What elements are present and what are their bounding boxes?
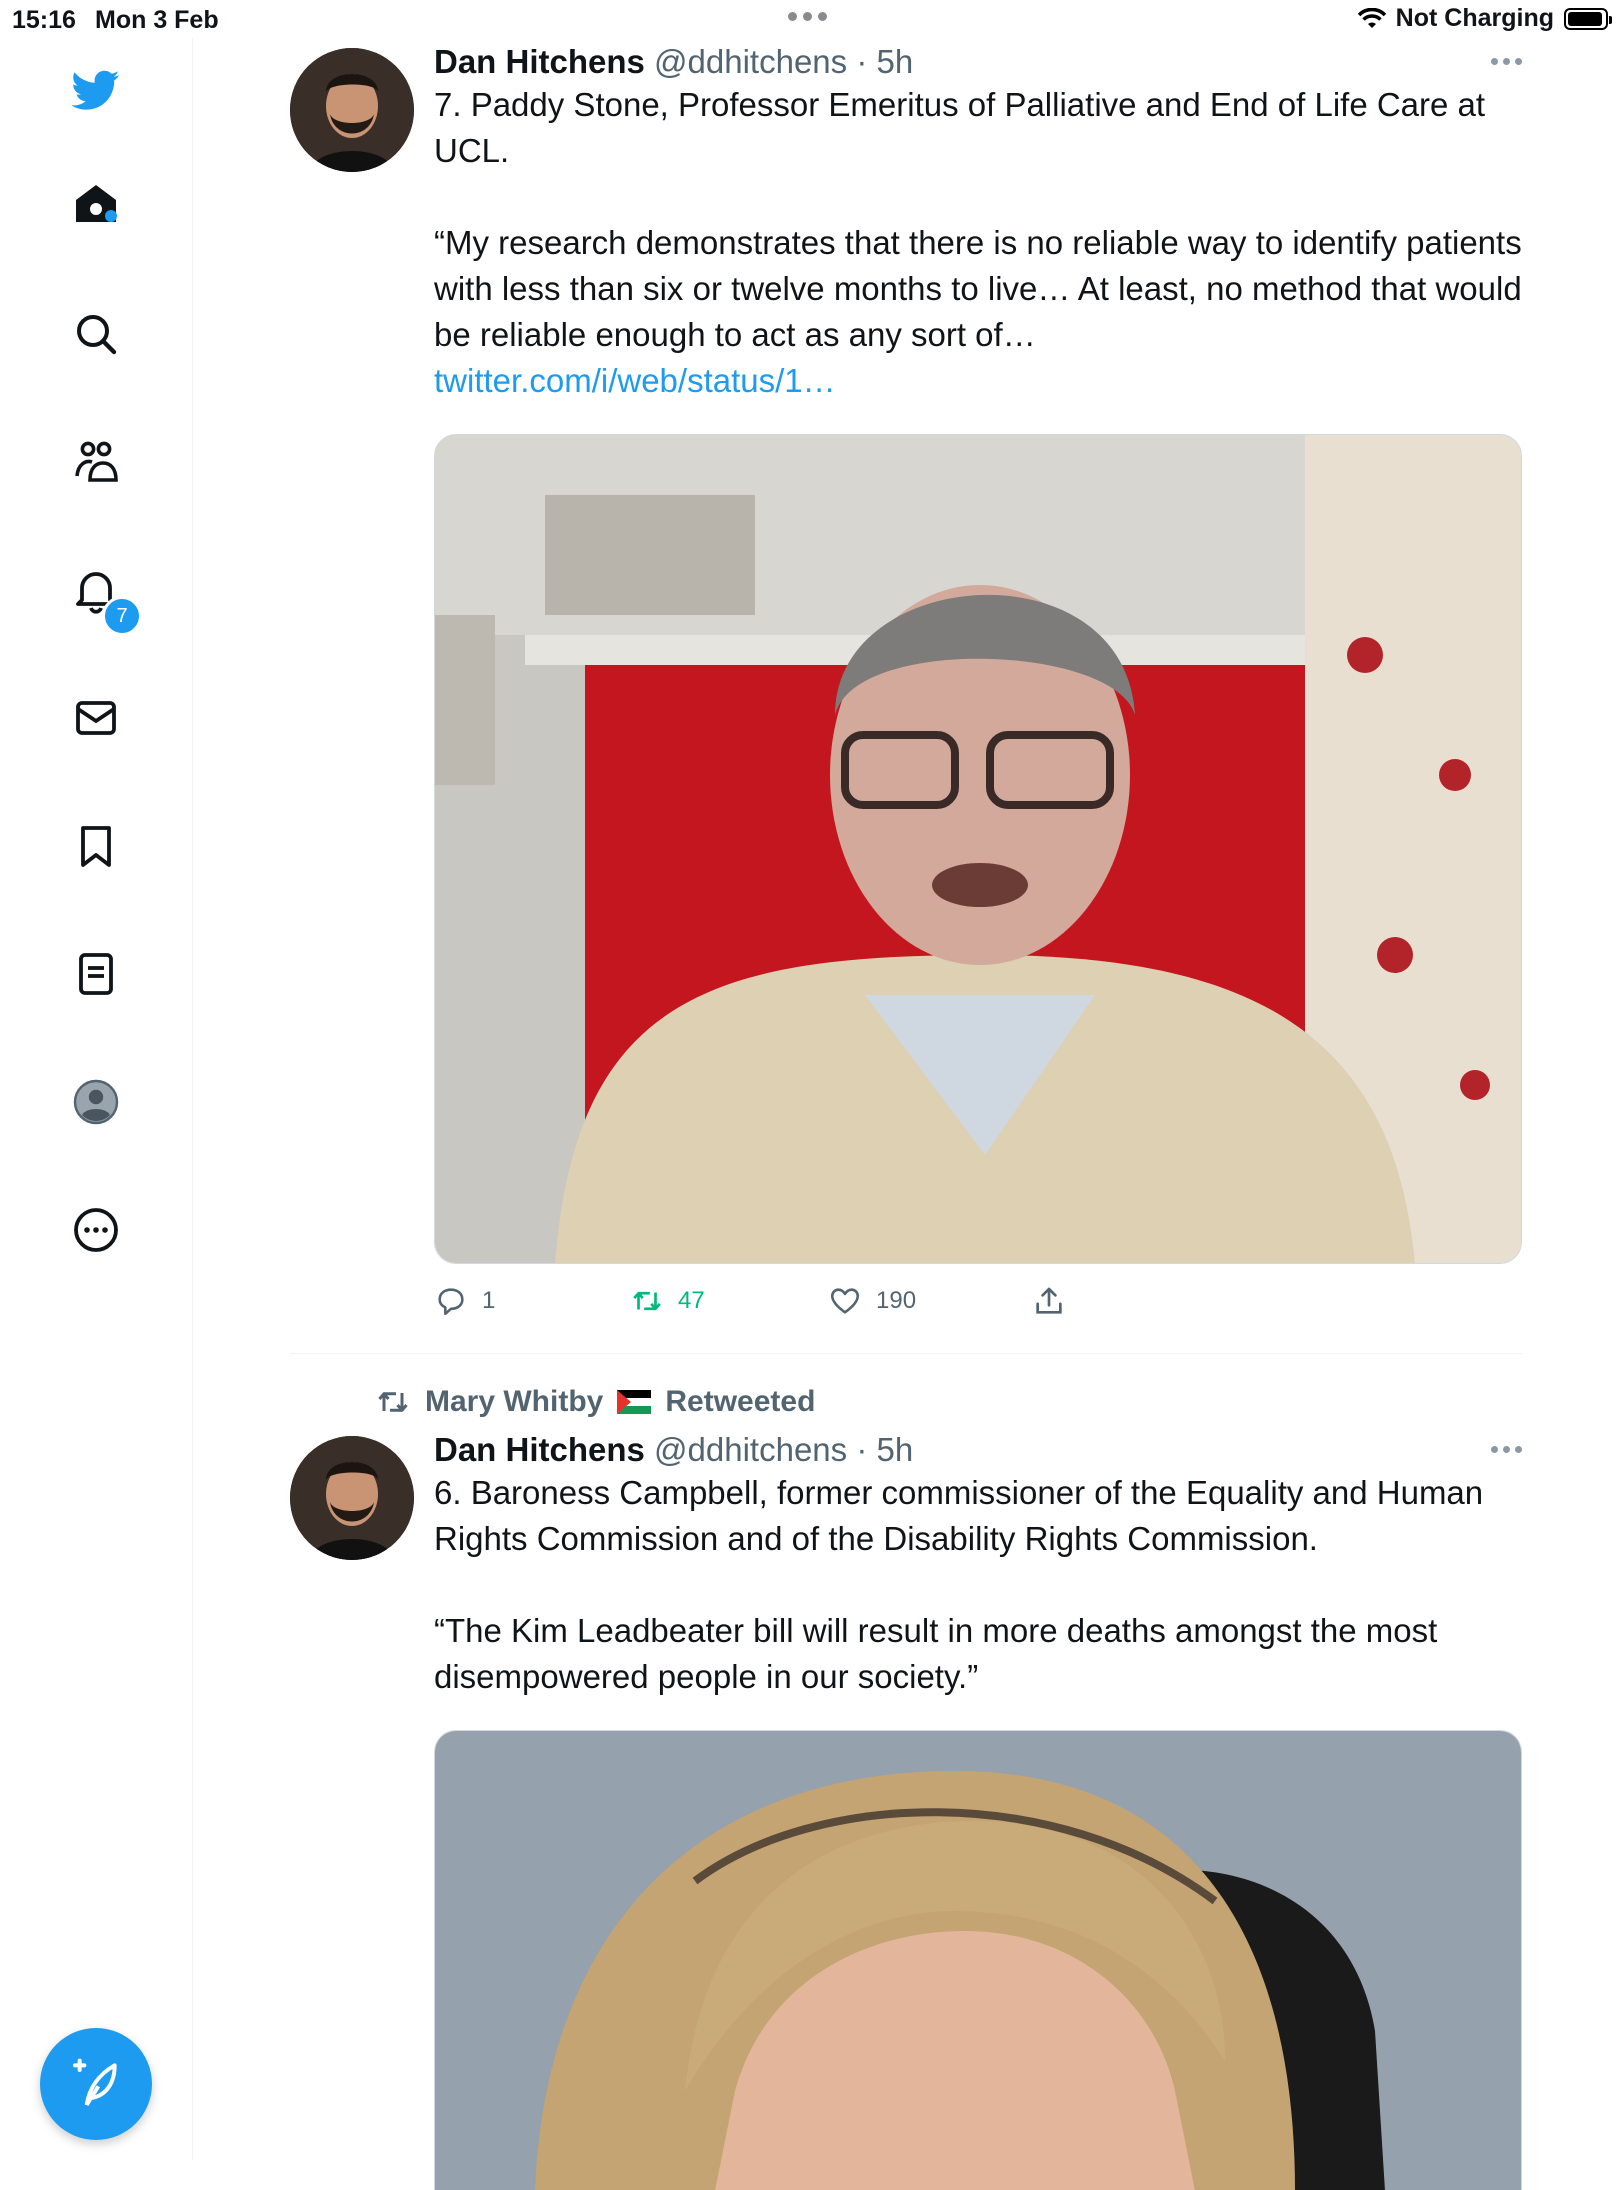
status-bar: 15:16 Mon 3 Feb Not Charging: [0, 0, 1620, 38]
like-count: 190: [876, 1287, 917, 1314]
profile-icon[interactable]: [70, 1076, 122, 1128]
retweet-context[interactable]: Mary Whitby Retweeted: [375, 1384, 815, 1420]
like-button[interactable]: 190: [828, 1284, 916, 1318]
tweet-media-image[interactable]: [434, 434, 1522, 1264]
retweet-icon: [378, 1392, 408, 1412]
sidebar: 7: [0, 38, 193, 2160]
header-separator: ·: [847, 43, 877, 80]
share-icon: [1036, 1287, 1062, 1314]
lists-icon[interactable]: [70, 948, 122, 1000]
heart-icon: [830, 1288, 860, 1314]
notification-badge: 7: [102, 596, 142, 636]
charging-status: Not Charging: [1395, 4, 1554, 32]
retweeter-name[interactable]: Mary Whitby: [425, 1385, 603, 1419]
tweet-more-icon[interactable]: [1491, 58, 1522, 65]
tweet-time[interactable]: 5h: [877, 43, 914, 80]
header-separator: ·: [847, 1431, 877, 1468]
twitter-bird-icon[interactable]: [70, 64, 122, 116]
multitasking-dots-icon[interactable]: [788, 12, 827, 21]
communities-icon[interactable]: [70, 436, 122, 488]
tweet-link[interactable]: twitter.com/i/web/status/1…: [434, 362, 836, 399]
palestine-flag-icon: [617, 1390, 652, 1414]
author-name[interactable]: Dan Hitchens: [434, 43, 645, 80]
reply-count: 1: [482, 1287, 496, 1314]
tweet-text-para: “The Kim Leadbeater bill will result in …: [434, 1612, 1438, 1695]
retweet-count: 47: [678, 1287, 705, 1314]
share-button[interactable]: [1032, 1284, 1066, 1318]
author-handle[interactable]: @ddhitchens: [654, 1431, 847, 1468]
avatar[interactable]: [290, 48, 414, 172]
author-name[interactable]: Dan Hitchens: [434, 1431, 645, 1468]
home-unread-dot: [105, 210, 117, 222]
tweet[interactable]: Dan Hitchens @ddhitchens · 5h 6. Barones…: [290, 1426, 1522, 2190]
search-icon[interactable]: [70, 308, 122, 360]
tweet[interactable]: Dan Hitchens @ddhitchens · 5h 7. Paddy S…: [290, 38, 1522, 1348]
retweeted-label: Retweeted: [665, 1385, 816, 1418]
more-icon[interactable]: [70, 1204, 122, 1256]
reply-button[interactable]: 1: [434, 1284, 495, 1318]
status-time: 15:16: [12, 6, 76, 34]
tweet-text-para: 6. Baroness Campbell, former commissione…: [434, 1474, 1484, 1557]
tweet-text-para: “My research demonstrates that there is …: [434, 224, 1522, 353]
tweet-media-image[interactable]: [434, 1730, 1522, 2190]
author-handle[interactable]: @ddhitchens: [654, 43, 847, 80]
wifi-icon: [1357, 7, 1386, 28]
tweet-text-para: 7. Paddy Stone, Professor Emeritus of Pa…: [434, 86, 1486, 169]
battery-icon: [1564, 7, 1612, 30]
messages-icon[interactable]: [70, 692, 122, 744]
compose-tweet-icon: [73, 2058, 117, 2107]
bookmarks-icon[interactable]: [70, 820, 122, 872]
retweet-button[interactable]: 47: [630, 1284, 705, 1318]
tweet-text: 7. Paddy Stone, Professor Emeritus of Pa…: [434, 82, 1522, 404]
tweet-time[interactable]: 5h: [877, 1431, 914, 1468]
tweet-text: 6. Baroness Campbell, former commissione…: [434, 1470, 1522, 1700]
tweet-more-icon[interactable]: [1491, 1446, 1522, 1453]
compose-tweet-button[interactable]: [40, 2028, 152, 2140]
avatar[interactable]: [290, 1436, 414, 1560]
reply-icon: [438, 1288, 464, 1316]
tweet-divider: [290, 1353, 1522, 1354]
status-date: Mon 3 Feb: [95, 6, 219, 34]
retweet-icon: [633, 1291, 661, 1311]
home-icon[interactable]: [70, 178, 122, 230]
